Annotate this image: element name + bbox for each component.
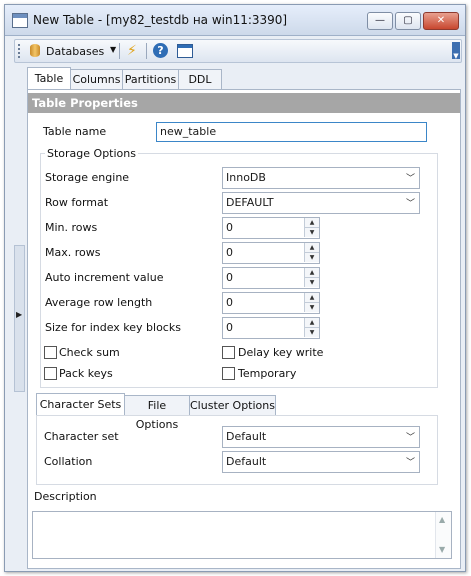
help-icon[interactable]: ? — [153, 43, 168, 58]
collation-value: Default — [226, 455, 267, 468]
auto-increment-value: 0 — [226, 271, 233, 284]
maximize-icon: ▢ — [403, 15, 413, 26]
storage-engine-select[interactable]: InnoDB ﹀ — [222, 167, 420, 189]
avg-row-length-stepper[interactable]: 0 ▲ ▼ — [222, 292, 320, 314]
description-textarea[interactable]: ▲ ▼ — [32, 511, 452, 559]
toolbar-separator — [146, 43, 147, 59]
character-set-value: Default — [226, 430, 267, 443]
spin-down-icon[interactable]: ▼ — [304, 328, 319, 337]
window-title: New Table - [my82_testdb на win11:3390] — [33, 13, 288, 27]
databases-button[interactable]: Databases — [46, 45, 104, 58]
collation-select[interactable]: Default ﹀ — [222, 451, 420, 473]
key-block-size-label: Size for index key blocks — [45, 321, 181, 334]
checksum-checkbox[interactable] — [44, 346, 57, 359]
table-icon — [12, 13, 28, 28]
tab-file-options[interactable]: File Options — [124, 395, 190, 431]
min-rows-stepper[interactable]: 0 ▲ ▼ — [222, 217, 320, 239]
tab-cluster-options[interactable]: Cluster Options — [189, 395, 276, 415]
lightning-icon[interactable]: ⚡ — [127, 43, 137, 59]
storage-options-title: Storage Options — [45, 147, 138, 160]
table-name-label: Table name — [43, 125, 107, 138]
checksum-label: Check sum — [59, 346, 120, 359]
character-sets-panel: Character set Default ﹀ Collation Defaul… — [36, 415, 438, 485]
pack-keys-checkbox[interactable] — [44, 367, 57, 380]
spin-up-icon[interactable]: ▲ — [304, 318, 319, 328]
tab-partitions[interactable]: Partitions — [122, 69, 179, 89]
minimize-icon: — — [375, 15, 385, 26]
delay-key-write-label: Delay key write — [238, 346, 324, 359]
sidebar-toggle[interactable]: ▶ — [14, 245, 25, 392]
chevron-down-icon: ﹀ — [405, 199, 415, 209]
pack-keys-label: Pack keys — [59, 367, 113, 380]
storage-options-group: Storage Options Storage engine InnoDB ﹀ … — [40, 147, 438, 388]
delay-key-write-checkbox[interactable] — [222, 346, 235, 359]
spin-down-icon[interactable]: ▼ — [304, 278, 319, 287]
character-set-select[interactable]: Default ﹀ — [222, 426, 420, 448]
tab-ddl[interactable]: DDL — [178, 69, 222, 89]
dropdown-arrow-icon[interactable]: ▼ — [110, 45, 116, 54]
window-icon[interactable] — [177, 44, 193, 58]
toolbar-separator — [119, 43, 120, 59]
spin-up-icon[interactable]: ▲ — [304, 243, 319, 253]
spin-up-icon[interactable]: ▲ — [304, 293, 319, 303]
max-rows-stepper[interactable]: 0 ▲ ▼ — [222, 242, 320, 264]
toolbar-overflow-icon[interactable]: ▼ — [452, 42, 460, 60]
tab-table[interactable]: Table — [27, 67, 71, 89]
character-set-label: Character set — [44, 430, 119, 443]
description-label: Description — [34, 490, 97, 503]
row-format-value: DEFAULT — [226, 196, 274, 209]
spin-down-icon[interactable]: ▼ — [304, 303, 319, 312]
auto-increment-stepper[interactable]: 0 ▲ ▼ — [222, 267, 320, 289]
database-icon — [30, 44, 40, 57]
table-name-input[interactable]: new_table — [156, 122, 427, 142]
spin-down-icon[interactable]: ▼ — [304, 228, 319, 237]
tab-character-sets[interactable]: Character Sets — [36, 393, 125, 415]
title-bar: New Table - [my82_testdb на win11:3390] … — [5, 5, 465, 36]
chevron-down-icon: ﹀ — [405, 433, 415, 443]
toolbar: Databases ▼ ⚡ ? ▼ — [14, 39, 462, 63]
min-rows-label: Min. rows — [45, 221, 98, 234]
spin-up-icon[interactable]: ▲ — [304, 268, 319, 278]
scroll-down-icon[interactable]: ▼ — [439, 545, 445, 554]
row-format-label: Row format — [45, 196, 109, 209]
spin-up-icon[interactable]: ▲ — [304, 218, 319, 228]
section-title: Table Properties — [28, 93, 460, 113]
key-block-size-value: 0 — [226, 321, 233, 334]
chevron-down-icon: ﹀ — [405, 458, 415, 468]
close-button[interactable]: ✕ — [423, 12, 459, 30]
auto-increment-label: Auto increment value — [45, 271, 164, 284]
chevron-down-icon: ﹀ — [405, 174, 415, 184]
maximize-button[interactable]: ▢ — [395, 12, 421, 30]
min-rows-value: 0 — [226, 221, 233, 234]
max-rows-value: 0 — [226, 246, 233, 259]
max-rows-label: Max. rows — [45, 246, 101, 259]
close-icon: ✕ — [436, 15, 446, 26]
table-properties-panel: Table Properties Table name new_table St… — [27, 89, 461, 569]
description-scrollbar[interactable]: ▲ ▼ — [435, 512, 451, 558]
tab-columns[interactable]: Columns — [70, 69, 123, 89]
avg-row-length-value: 0 — [226, 296, 233, 309]
temporary-label: Temporary — [238, 367, 297, 380]
avg-row-length-label: Average row length — [45, 296, 153, 309]
sidebar-toggle-icon: ▶ — [16, 310, 23, 319]
spin-down-icon[interactable]: ▼ — [304, 253, 319, 262]
temporary-checkbox[interactable] — [222, 367, 235, 380]
new-table-window: New Table - [my82_testdb на win11:3390] … — [4, 4, 466, 572]
row-format-select[interactable]: DEFAULT ﹀ — [222, 192, 420, 214]
minimize-button[interactable]: — — [367, 12, 393, 30]
scroll-up-icon[interactable]: ▲ — [439, 515, 445, 524]
toolbar-grip[interactable] — [18, 44, 22, 58]
storage-engine-label: Storage engine — [45, 171, 130, 184]
collation-label: Collation — [44, 455, 93, 468]
storage-engine-value: InnoDB — [226, 171, 266, 184]
key-block-size-stepper[interactable]: 0 ▲ ▼ — [222, 317, 320, 339]
